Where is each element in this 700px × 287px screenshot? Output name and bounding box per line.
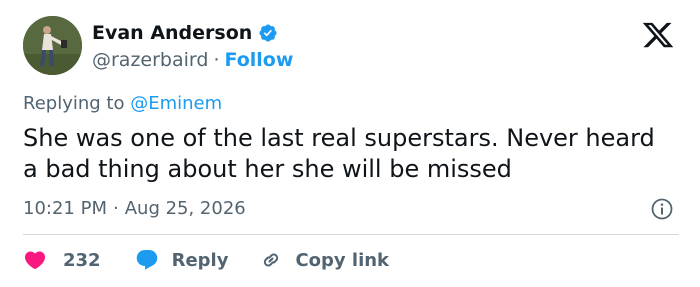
separator: · — [213, 49, 220, 71]
divider — [23, 234, 679, 235]
like-button[interactable]: 232 — [23, 248, 101, 272]
heart-icon — [24, 251, 46, 270]
copy-link-button[interactable]: Copy link — [259, 248, 389, 272]
reply-context-prefix: Replying to — [23, 93, 131, 114]
like-count: 232 — [63, 249, 101, 271]
verified-badge-icon — [258, 23, 278, 43]
follow-button[interactable]: Follow — [225, 49, 294, 71]
reply-context: Replying to @Eminem — [23, 93, 222, 115]
tweet-date: Aug 25, 2026 — [124, 198, 246, 219]
author-handle[interactable]: @razerbaird — [92, 49, 208, 71]
copy-link-label: Copy link — [295, 249, 390, 271]
link-icon — [264, 253, 279, 267]
tweet-time: 10:21 PM — [23, 198, 107, 219]
author-name[interactable]: Evan Anderson — [92, 22, 252, 44]
reply-button[interactable]: Reply — [135, 248, 229, 272]
author-handle-row: @razerbaird · Follow — [92, 49, 293, 71]
author-name-row: Evan Anderson — [92, 22, 278, 44]
avatar[interactable] — [23, 16, 82, 75]
tweet-timestamp[interactable]: 10:21 PM · Aug 25, 2026 — [23, 198, 246, 220]
timestamp-separator: · — [112, 198, 119, 219]
reply-mention-link[interactable]: @Eminem — [130, 93, 222, 114]
tweet-text: She was one of the last real superstars.… — [23, 124, 655, 183]
info-icon[interactable] — [650, 197, 674, 221]
action-bar: 232 Reply Copy link — [23, 247, 389, 273]
reply-label: Reply — [171, 249, 229, 271]
reply-bubble-icon — [136, 250, 157, 270]
avatar-photo — [23, 16, 82, 75]
tweet-card: Evan Anderson @razerbaird · Follow Reply… — [0, 0, 700, 287]
x-logo-icon[interactable] — [641, 20, 675, 50]
